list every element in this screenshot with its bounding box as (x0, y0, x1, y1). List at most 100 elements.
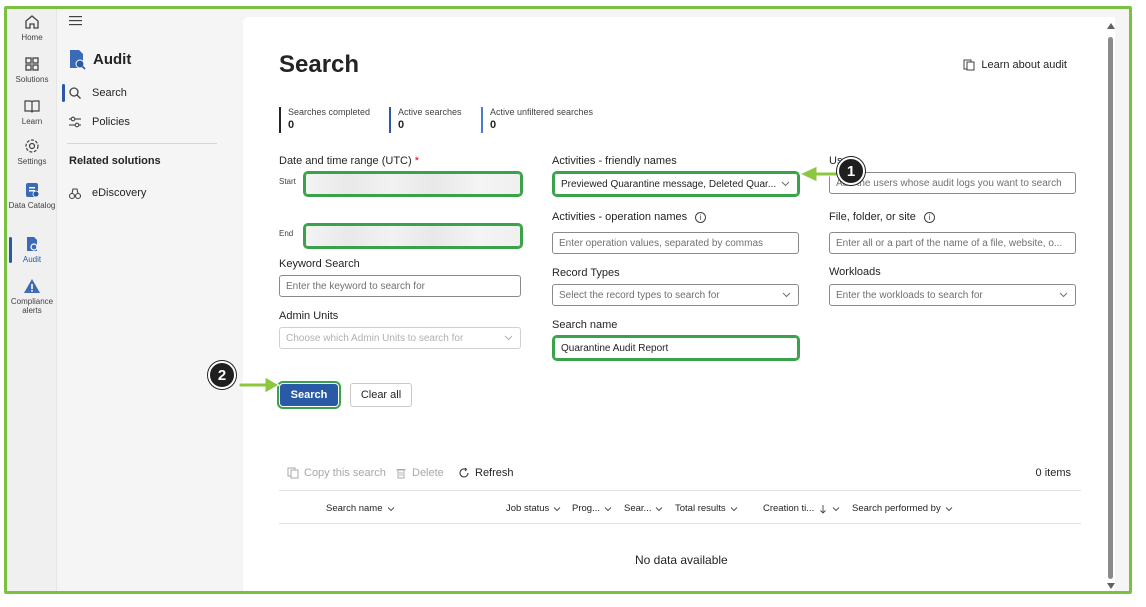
ediscovery-icon (68, 188, 82, 200)
rail-label: Home (21, 33, 43, 42)
column-header-label: Search name (326, 503, 383, 514)
copy-icon (287, 467, 299, 479)
nav-item-label: eDiscovery (92, 187, 147, 199)
scroll-up-arrow-icon[interactable] (1107, 23, 1115, 29)
users-input[interactable]: Add the users whose audit logs you want … (829, 172, 1076, 194)
rail-item-data-catalog[interactable]: Data Catalog (7, 181, 57, 210)
nav-item-label: Policies (92, 116, 130, 128)
rail-label: Solutions (15, 75, 49, 84)
rail-item-solutions[interactable]: Solutions (7, 55, 57, 84)
workloads-label: Workloads (829, 266, 881, 278)
keyword-search-input[interactable]: Enter the keyword to search for (279, 275, 521, 297)
learn-link-label: Learn about audit (981, 59, 1067, 71)
app-frame: Home Solutions Learn Settings Data Catal… (4, 6, 1132, 594)
column-header-search-type[interactable]: Sear... (624, 503, 663, 514)
admin-units-select[interactable]: Choose which Admin Units to search for (279, 327, 521, 349)
delete-button[interactable]: Delete (395, 467, 444, 479)
chevron-down-icon (604, 506, 612, 511)
nav-item-ediscovery[interactable]: eDiscovery (65, 182, 146, 204)
home-icon (25, 15, 39, 29)
callout-2-badge: 2 (208, 361, 236, 389)
column-header-search-performed-by[interactable]: Search performed by (852, 503, 953, 514)
rail-label: Learn (21, 117, 43, 126)
end-label: End (279, 229, 294, 238)
stat-active-searches: Active searches 0 (389, 107, 462, 133)
rail-item-audit[interactable]: Audit (7, 235, 57, 264)
info-icon[interactable]: i (695, 211, 707, 223)
rail-item-settings[interactable]: Settings (7, 137, 57, 166)
refresh-label: Refresh (475, 467, 514, 479)
nav-divider (67, 143, 217, 144)
activities-friendly-value: Previewed Quarantine message, Deleted Qu… (561, 178, 777, 190)
file-folder-site-label-text: File, folder, or site (829, 211, 916, 223)
learn-about-audit-link[interactable]: Learn about audit (963, 59, 1067, 71)
search-button[interactable]: Search (277, 381, 341, 409)
stat-label: Active searches (398, 107, 462, 117)
app-rail: Home Solutions Learn Settings Data Catal… (7, 9, 57, 591)
compliance-alerts-icon (24, 279, 40, 293)
column-header-progress[interactable]: Prog... (572, 503, 612, 514)
stat-searches-completed: Searches completed 0 (279, 107, 370, 133)
vertical-scrollbar-thumb[interactable] (1108, 37, 1113, 579)
policies-icon (69, 116, 81, 128)
activities-friendly-label: Activities - friendly names (552, 155, 677, 167)
column-header-search-name[interactable]: Search name (326, 503, 395, 514)
clear-all-button[interactable]: Clear all (350, 383, 412, 407)
audit-app-icon (70, 50, 86, 70)
arrow-down-icon (820, 504, 827, 514)
related-solutions-heading: Related solutions (69, 155, 161, 167)
chevron-down-icon (782, 292, 791, 298)
nav-item-label: Search (92, 87, 127, 99)
chevron-down-icon (832, 506, 840, 511)
scroll-down-arrow-icon[interactable] (1107, 583, 1115, 589)
column-header-label: Job status (506, 503, 550, 514)
chevron-down-icon (781, 181, 790, 187)
record-types-select[interactable]: Select the record types to search for (552, 284, 799, 306)
column-header-total-results[interactable]: Total results (675, 503, 738, 514)
main-content: Search Learn about audit Searches comple… (243, 17, 1115, 591)
rail-label: Data Catalog (8, 201, 56, 210)
copy-search-label: Copy this search (304, 467, 386, 479)
record-types-placeholder: Select the record types to search for (559, 289, 720, 301)
info-icon[interactable]: i (923, 211, 935, 223)
activities-operation-input[interactable]: Enter operation values, separated by com… (552, 232, 799, 254)
callout-1-badge: 1 (837, 157, 865, 185)
search-icon (69, 87, 81, 99)
file-folder-site-input[interactable]: Enter all or a part of the name of a fil… (829, 232, 1076, 254)
search-name-input[interactable]: Quarantine Audit Report (552, 335, 800, 361)
rail-label: Settings (17, 157, 47, 166)
copy-search-button[interactable]: Copy this search (287, 467, 386, 479)
column-header-creation-time[interactable]: Creation ti... (763, 503, 840, 514)
hamburger-menu-icon[interactable] (69, 15, 85, 27)
file-folder-site-label: File, folder, or site i (829, 211, 935, 223)
refresh-button[interactable]: Refresh (458, 467, 514, 479)
workloads-select[interactable]: Enter the workloads to search for (829, 284, 1076, 306)
chevron-down-icon (730, 506, 738, 511)
workloads-placeholder: Enter the workloads to search for (836, 289, 983, 301)
nav-item-policies[interactable]: Policies (65, 111, 130, 133)
audit-icon (27, 237, 38, 251)
start-date-input[interactable] (303, 171, 523, 197)
chevron-down-icon (504, 335, 513, 341)
end-date-input[interactable] (303, 223, 523, 249)
solutions-icon (25, 57, 39, 71)
nav-panel: Audit Search Policies Related solutions … (57, 9, 243, 591)
table-top-divider (279, 490, 1081, 491)
activities-operation-label: Activities - operation names i (552, 211, 707, 223)
chevron-down-icon (553, 506, 561, 511)
rail-label: Audit (22, 255, 42, 264)
rail-item-compliance-alerts[interactable]: Compliance alerts (7, 277, 57, 315)
record-types-label: Record Types (552, 267, 620, 279)
admin-units-label: Admin Units (279, 310, 339, 322)
nav-item-search[interactable]: Search (62, 82, 127, 104)
rail-item-learn[interactable]: Learn (7, 97, 57, 126)
delete-label: Delete (412, 467, 444, 479)
table-header-divider (279, 523, 1081, 524)
date-range-label-text: Date and time range (UTC) (279, 155, 412, 167)
rail-item-home[interactable]: Home (7, 13, 57, 42)
column-header-job-status[interactable]: Job status (506, 503, 561, 514)
date-range-label: Date and time range (UTC) * (279, 155, 419, 167)
callout-2-arrow (238, 376, 281, 394)
activities-friendly-select[interactable]: Previewed Quarantine message, Deleted Qu… (552, 171, 800, 197)
stat-active-unfiltered-searches: Active unfiltered searches 0 (481, 107, 593, 133)
